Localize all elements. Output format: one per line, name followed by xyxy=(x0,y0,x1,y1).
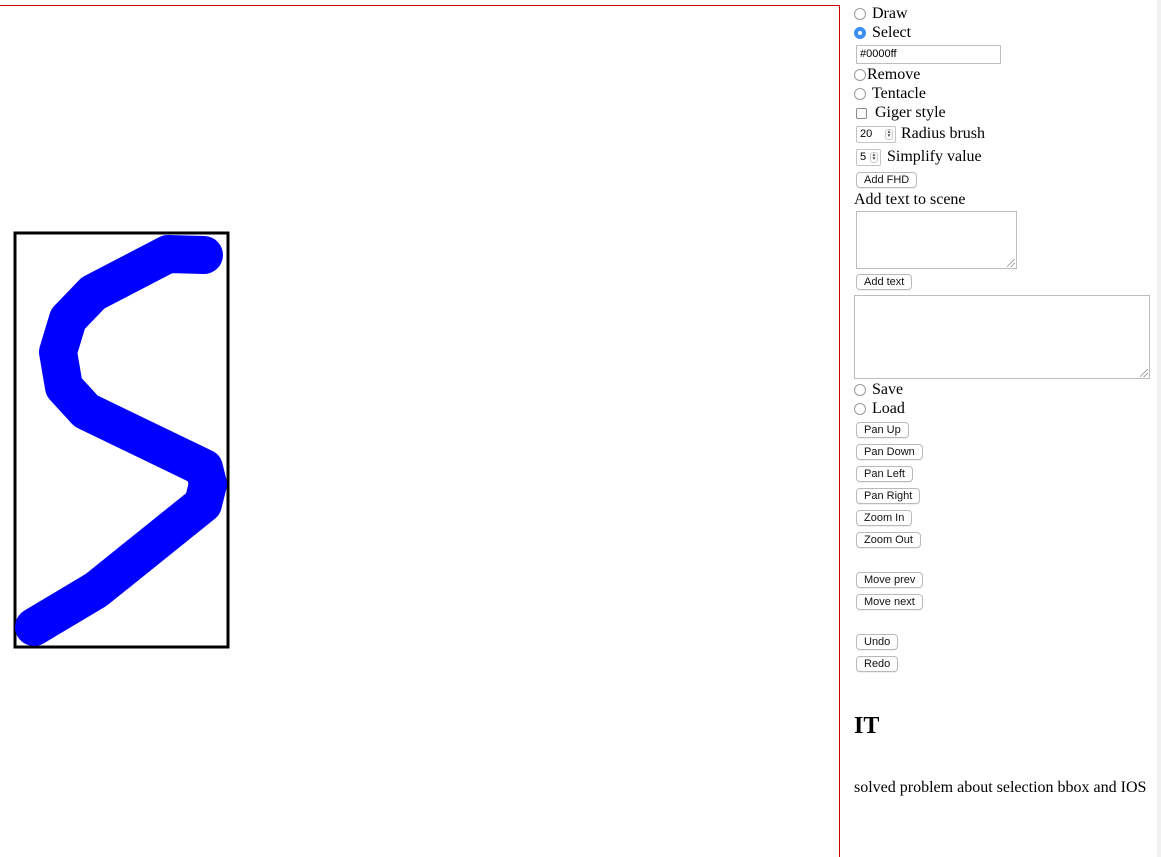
window-edge xyxy=(1157,0,1161,857)
giger-style-option[interactable]: Giger style xyxy=(856,104,946,122)
load-label: Load xyxy=(872,400,905,417)
tentacle-radio[interactable] xyxy=(854,88,866,100)
radius-brush-label: Radius brush xyxy=(901,125,985,142)
simplify-stepper[interactable]: 5 ▲ ▼ xyxy=(856,149,881,166)
remove-option[interactable]: Remove xyxy=(854,66,920,84)
add-fhd-button[interactable]: Add FHD xyxy=(856,172,918,188)
simplify-value: 5 xyxy=(860,151,867,163)
zoom-in-button[interactable]: Zoom In xyxy=(856,510,913,526)
pan-right-button[interactable]: Pan Right xyxy=(856,488,921,504)
select-label: Select xyxy=(872,24,912,41)
select-option[interactable]: Select xyxy=(854,24,911,42)
radius-brush-value: 20 xyxy=(860,128,873,140)
pan-left-button[interactable]: Pan Left xyxy=(856,466,913,482)
giger-style-checkbox[interactable] xyxy=(856,107,867,119)
tentacle-label: Tentacle xyxy=(872,85,926,102)
redo-button[interactable]: Redo xyxy=(856,656,899,672)
pan-up-button[interactable]: Pan Up xyxy=(856,422,909,438)
save-radio[interactable] xyxy=(854,384,866,396)
select-radio[interactable] xyxy=(854,27,866,39)
remove-radio[interactable] xyxy=(854,69,866,81)
remove-label: Remove xyxy=(867,66,921,83)
add-text-button[interactable]: Add text xyxy=(856,274,913,290)
stepper-arrows-icon[interactable]: ▲ ▼ xyxy=(870,152,878,163)
output-textarea[interactable] xyxy=(854,295,1150,379)
resize-handle-icon[interactable] xyxy=(1140,369,1148,377)
notes-message: solved problem about selection bbox and … xyxy=(854,779,1147,796)
load-radio[interactable] xyxy=(854,403,866,415)
draw-option[interactable]: Draw xyxy=(854,5,908,23)
control-panel: Draw Select #0000ff Remove Tentacle Gige… xyxy=(854,0,1154,857)
resize-handle-icon[interactable] xyxy=(1007,259,1015,267)
draw-label: Draw xyxy=(872,5,908,22)
stepper-arrows-icon[interactable]: ▲ ▼ xyxy=(885,129,893,140)
draw-radio[interactable] xyxy=(854,8,866,20)
notes-heading: IT xyxy=(854,713,880,739)
save-option[interactable]: Save xyxy=(854,381,903,399)
load-option[interactable]: Load xyxy=(854,400,905,418)
zoom-out-button[interactable]: Zoom Out xyxy=(856,532,921,548)
tentacle-option[interactable]: Tentacle xyxy=(854,85,926,103)
radius-brush-stepper[interactable]: 20 ▲ ▼ xyxy=(856,126,896,143)
scene-text-input[interactable] xyxy=(856,211,1017,269)
move-next-button[interactable]: Move next xyxy=(856,594,923,610)
undo-button[interactable]: Undo xyxy=(856,634,899,650)
giger-style-label: Giger style xyxy=(875,104,946,121)
color-input[interactable]: #0000ff xyxy=(856,45,1001,64)
move-prev-button[interactable]: Move prev xyxy=(856,572,924,588)
simplify-label: Simplify value xyxy=(887,148,982,165)
pan-down-button[interactable]: Pan Down xyxy=(856,444,923,460)
save-label: Save xyxy=(872,381,904,398)
add-text-label: Add text to scene xyxy=(854,191,966,208)
brush-stroke[interactable] xyxy=(15,235,227,646)
canvas-svg[interactable] xyxy=(0,6,840,857)
drawing-canvas[interactable] xyxy=(0,5,840,857)
